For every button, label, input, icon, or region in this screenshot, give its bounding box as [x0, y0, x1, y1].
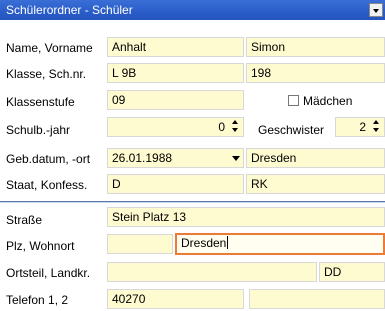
window-title: Schülerordner - Schüler — [6, 3, 133, 17]
klasse-label: Klasse, Sch.nr. — [6, 67, 87, 81]
strasse-label: Straße — [6, 213, 43, 227]
maedchen-label: Mädchen — [303, 94, 353, 108]
chevron-down-icon[interactable] — [232, 156, 240, 161]
window-titlebar: Schülerordner - Schüler — [0, 0, 385, 20]
text-cursor — [227, 236, 229, 249]
first-name-field[interactable]: Simon — [246, 37, 385, 57]
wohnort-value: Dresden — [181, 236, 227, 250]
section-divider-highlight — [0, 202, 385, 203]
klasse-field[interactable]: L 9B — [107, 63, 244, 83]
maedchen-checkbox[interactable] — [288, 95, 299, 106]
geschwister-spinner-icon[interactable] — [373, 120, 381, 134]
telefon1-field[interactable]: 40270 — [107, 289, 244, 309]
plz-field[interactable] — [107, 234, 173, 254]
konfession-field[interactable]: RK — [246, 174, 385, 194]
schuelernummer-field[interactable]: 198 — [246, 63, 385, 83]
landkreis-field[interactable]: DD — [319, 262, 385, 282]
staat-label: Staat, Konfess. — [6, 178, 88, 192]
schuljahr-spinner-icon[interactable] — [232, 120, 240, 134]
geburtsdatum-field[interactable]: 26.01.1988 — [107, 148, 244, 168]
klassenstufe-field[interactable]: 09 — [107, 90, 244, 110]
staat-field[interactable]: D — [107, 174, 244, 194]
klassenstufe-label: Klassenstufe — [6, 95, 75, 109]
chevron-down-icon[interactable] — [369, 3, 383, 17]
ortsteil-field[interactable] — [107, 262, 317, 282]
telefon2-field[interactable] — [249, 289, 385, 309]
ortsteil-label: Ortsteil, Landkr. — [6, 266, 91, 280]
geschwister-label: Geschwister — [258, 123, 325, 137]
schuljahr-label: Schulb.-jahr — [6, 123, 71, 137]
name-label: Name, Vorname — [6, 41, 93, 55]
strasse-field[interactable]: Stein Platz 13 — [107, 207, 385, 227]
schuljahr-stepper[interactable]: 0 — [107, 117, 244, 137]
geburtsort-field[interactable]: Dresden — [246, 148, 385, 168]
geburt-label: Geb.datum, -ort — [6, 152, 91, 166]
plz-label: Plz, Wohnort — [6, 239, 75, 253]
telefon-label: Telefon 1, 2 — [6, 293, 69, 307]
wohnort-field[interactable]: Dresden — [175, 233, 385, 255]
last-name-field[interactable]: Anhalt — [107, 37, 244, 57]
